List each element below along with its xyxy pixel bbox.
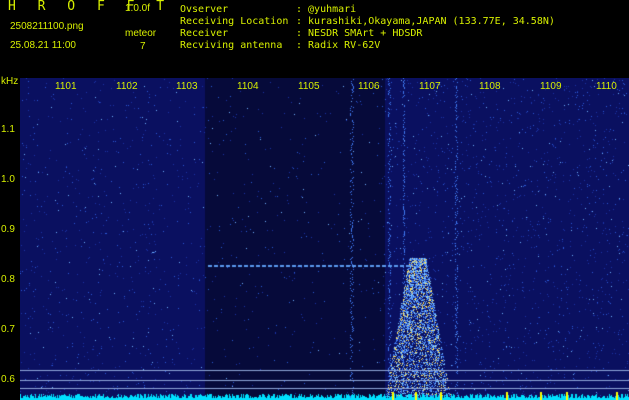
y-tick-label: 0.7 xyxy=(1,324,15,335)
y-axis-unit: kHz xyxy=(1,76,19,87)
observer-label: Ovserver xyxy=(180,4,229,15)
x-tick-label: 1108 xyxy=(479,81,501,92)
capture-datetime: 25.08.21 11:00 xyxy=(10,40,76,51)
spectrogram-canvas xyxy=(20,78,629,400)
antenna-value: : Radix RV-62V xyxy=(296,40,381,51)
location-label: Receiving Location xyxy=(180,16,289,27)
y-tick-label: 1.1 xyxy=(1,124,15,135)
y-tick-label: 1.0 xyxy=(1,174,15,185)
app-version: 1.0.0f xyxy=(125,3,151,14)
x-tick-label: 1107 xyxy=(419,81,441,92)
location-value: : kurashiki,Okayama,JAPAN (133.77E, 34.5… xyxy=(296,16,555,27)
x-tick-label: 1104 xyxy=(237,81,259,92)
event-label: meteor xyxy=(125,28,157,39)
y-tick-label: 0.8 xyxy=(1,274,15,285)
x-tick-label: 1110 xyxy=(596,81,617,92)
x-tick-label: 1109 xyxy=(540,81,562,92)
x-tick-label: 1103 xyxy=(176,81,198,92)
receiver-label: Receiver xyxy=(180,28,229,39)
observer-value: : @yuhmari xyxy=(296,4,357,15)
x-tick-label: 1105 xyxy=(298,81,320,92)
y-tick-label: 0.9 xyxy=(1,224,15,235)
receiver-value: : NESDR SMArt + HDSDR xyxy=(296,28,423,39)
y-tick-label: 0.6 xyxy=(1,374,15,385)
file-name: 2508211100.png xyxy=(10,21,84,32)
event-count: 7 xyxy=(140,41,146,52)
x-tick-label: 1106 xyxy=(358,81,380,92)
x-tick-label: 1102 xyxy=(116,81,138,92)
antenna-label: Recviving antenna xyxy=(180,40,283,51)
spectrogram-plot xyxy=(20,78,629,400)
x-tick-label: 1101 xyxy=(55,81,77,92)
